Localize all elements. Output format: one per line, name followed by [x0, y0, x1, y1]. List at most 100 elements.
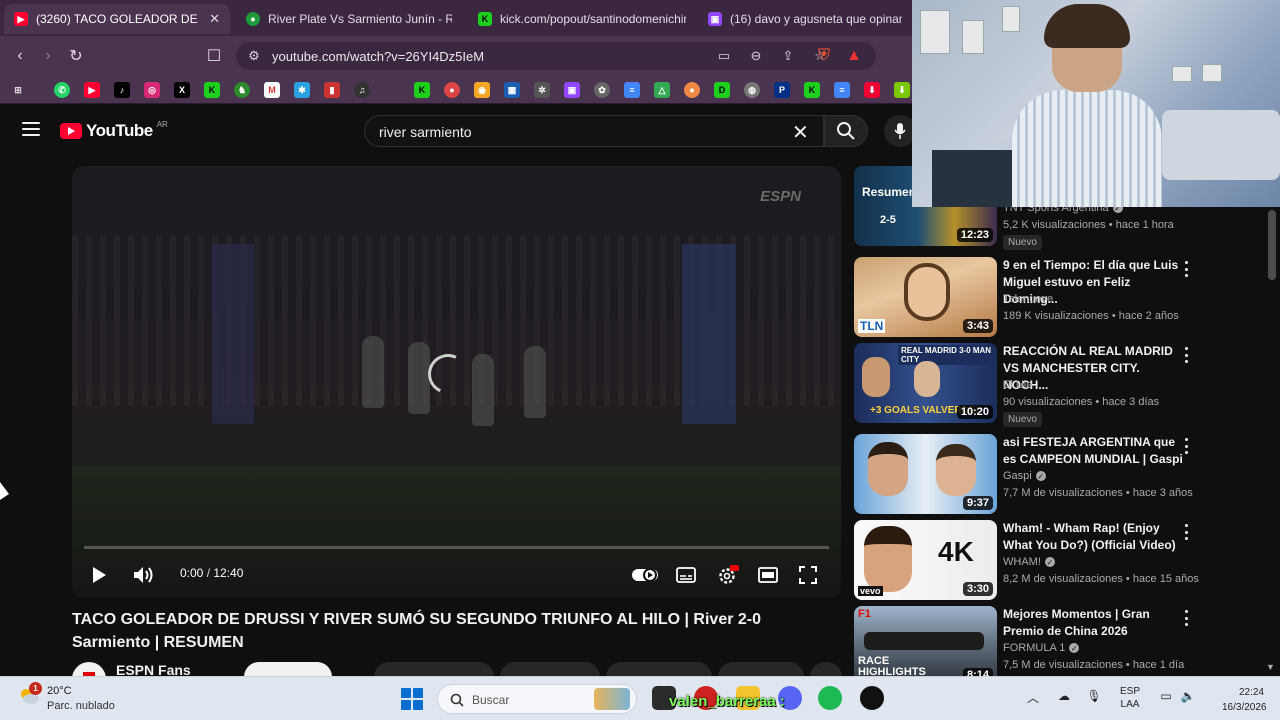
forward-icon[interactable]: ›: [38, 46, 58, 66]
paypal-icon[interactable]: P: [774, 82, 790, 98]
video-thumbnail[interactable]: 4K vevo 3:30: [854, 520, 997, 600]
cast-icon[interactable]: ▭: [716, 48, 732, 64]
list-item[interactable]: 4K vevo 3:30 Wham! - Wham Rap! (Enjoy Wh…: [854, 520, 1264, 600]
instagram-icon[interactable]: ◎: [144, 82, 160, 98]
tab-kick-popout[interactable]: K kick.com/popout/santinodomenichin: [468, 4, 696, 34]
more-options-icon[interactable]: [1180, 347, 1192, 363]
drive-icon[interactable]: △: [654, 82, 670, 98]
arrow-down-icon[interactable]: ⬇: [894, 82, 910, 98]
language-indicator[interactable]: ESP LAA: [1120, 685, 1140, 711]
autoplay-toggle[interactable]: [630, 564, 660, 586]
list-item[interactable]: REAL MADRID 3-0 MAN CITY +3 GOALS VALVER…: [854, 343, 1264, 427]
brave-rewards-icon[interactable]: ▲: [844, 46, 864, 66]
fullscreen-button[interactable]: [796, 564, 820, 586]
like-button[interactable]: [374, 662, 494, 676]
bookmark-icon[interactable]: ☐: [204, 46, 224, 66]
settings-button[interactable]: [716, 564, 740, 586]
network-icon[interactable]: ▭: [1158, 689, 1174, 703]
progress-bar[interactable]: [84, 546, 829, 549]
video-title[interactable]: Mejores Momentos | Gran Premio de China …: [1003, 606, 1183, 640]
subtitles-button[interactable]: [674, 564, 698, 586]
windows-start-button[interactable]: [401, 688, 423, 710]
tiktok-icon[interactable]: ♪: [114, 82, 130, 98]
scroll-down-icon[interactable]: ▼: [1266, 662, 1275, 672]
close-tab-icon[interactable]: ✕: [209, 11, 220, 27]
list-item[interactable]: TLN 3:43 9 en el Tiempo: El día que Luis…: [854, 257, 1264, 337]
more-actions-button[interactable]: [810, 662, 842, 676]
obs-icon[interactable]: [860, 686, 884, 710]
channel-name[interactable]: FORMULA 1 ✓: [1003, 642, 1080, 654]
address-bar[interactable]: ⚙ youtube.com/watch?v=26YI4Dz5IeM ▭ ⊖ ⇪ …: [236, 42, 876, 70]
channel-name[interactable]: El Ule: [1003, 379, 1032, 391]
video-thumbnail[interactable]: REAL MADRID 3-0 MAN CITY +3 GOALS VALVER…: [854, 343, 997, 423]
subscribe-button[interactable]: [244, 662, 332, 676]
tab-youtube-video[interactable]: ▶ (3260) TACO GOLEADOR DE DRIU ✕: [4, 4, 230, 34]
reload-icon[interactable]: ↻: [66, 46, 86, 66]
spotify-icon[interactable]: [818, 686, 842, 710]
globe-icon[interactable]: ◍: [744, 82, 760, 98]
apps-grid-icon[interactable]: ⊞: [10, 82, 26, 98]
app-icon[interactable]: ✲: [534, 82, 550, 98]
chatgpt-icon[interactable]: ✿: [594, 82, 610, 98]
share-icon[interactable]: ⇪: [780, 48, 796, 64]
download-button[interactable]: [606, 662, 712, 676]
zoom-icon[interactable]: ⊖: [748, 48, 764, 64]
site-info-icon[interactable]: ⚙: [246, 48, 262, 64]
app-icon[interactable]: ●: [684, 82, 700, 98]
list-item[interactable]: 9:37 asi FESTEJA ARGENTINA que es CAMPEO…: [854, 434, 1264, 514]
app-icon[interactable]: ✱: [294, 82, 310, 98]
more-options-icon[interactable]: [1180, 524, 1192, 540]
video-thumbnail[interactable]: 9:37: [854, 434, 997, 514]
channel-name[interactable]: Gaspi ✓: [1003, 470, 1046, 482]
more-options-icon[interactable]: [1180, 261, 1192, 277]
channel-name[interactable]: Telenueve: [1003, 293, 1053, 305]
speaker-icon[interactable]: 🔈: [1180, 689, 1196, 703]
list-item[interactable]: F1 RACE HIGHLIGHTS 8:14 Mejores Momentos…: [854, 606, 1264, 676]
whatsapp-icon[interactable]: ✆: [54, 82, 70, 98]
video-thumbnail[interactable]: F1 RACE HIGHLIGHTS 8:14: [854, 606, 997, 676]
chevron-up-icon[interactable]: ︿: [1026, 689, 1040, 706]
tab-river-sarmiento[interactable]: ● River Plate Vs Sarmiento Junín - Resu: [236, 4, 462, 34]
share-button[interactable]: [500, 662, 600, 676]
puzzle-icon[interactable]: ▦: [504, 82, 520, 98]
channel-name[interactable]: ESPN Fans: [116, 662, 191, 676]
menu-icon[interactable]: [22, 122, 40, 136]
video-title[interactable]: asi FESTEJA ARGENTINA que es CAMPEON MUN…: [1003, 434, 1183, 468]
music-icon[interactable]: ♫: [354, 82, 370, 98]
system-clock[interactable]: 22:24 16/3/2026: [1222, 685, 1267, 715]
kick-icon[interactable]: K: [204, 82, 220, 98]
tab-twitch[interactable]: ▣ (16) davo y agusneta que opinan? - T: [698, 4, 912, 34]
cloud-icon[interactable]: ☁: [1056, 689, 1072, 703]
taskbar-search[interactable]: Buscar: [437, 684, 637, 714]
page-scrollbar[interactable]: [1268, 210, 1276, 280]
back-icon[interactable]: ‹: [10, 46, 30, 66]
clip-button[interactable]: [718, 662, 804, 676]
app-icon[interactable]: ◉: [474, 82, 490, 98]
theater-mode-button[interactable]: [756, 564, 780, 586]
more-options-icon[interactable]: [1180, 610, 1192, 626]
youtube-logo[interactable]: YouTube AR: [60, 120, 168, 141]
video-thumbnail[interactable]: TLN 3:43: [854, 257, 997, 337]
chess-icon[interactable]: ♞: [234, 82, 250, 98]
docs-icon[interactable]: ≡: [624, 82, 640, 98]
chart-icon[interactable]: ▮: [324, 82, 340, 98]
more-options-icon[interactable]: [1180, 438, 1192, 454]
gmail-icon[interactable]: M: [264, 82, 280, 98]
volume-button[interactable]: [132, 564, 156, 586]
twitch-icon[interactable]: ▣: [564, 82, 580, 98]
video-player[interactable]: ESPN 0:00 / 12:40: [72, 166, 841, 598]
d-icon[interactable]: D: [714, 82, 730, 98]
search-button[interactable]: [824, 115, 868, 147]
channel-avatar[interactable]: [72, 662, 106, 676]
microphone-icon[interactable]: 🎙: [1086, 689, 1102, 703]
x-icon[interactable]: X: [174, 82, 190, 98]
channel-name[interactable]: WHAM! ✓: [1003, 556, 1055, 568]
download-icon[interactable]: ⬇: [864, 82, 880, 98]
app-icon[interactable]: ●: [444, 82, 460, 98]
play-button[interactable]: [88, 564, 110, 586]
video-title[interactable]: Wham! - Wham Rap! (Enjoy What You Do?) (…: [1003, 520, 1183, 554]
kick-icon[interactable]: K: [414, 82, 430, 98]
clear-search-icon[interactable]: ✕: [792, 120, 809, 145]
kick-icon[interactable]: K: [804, 82, 820, 98]
search-input[interactable]: river sarmiento: [364, 115, 824, 147]
